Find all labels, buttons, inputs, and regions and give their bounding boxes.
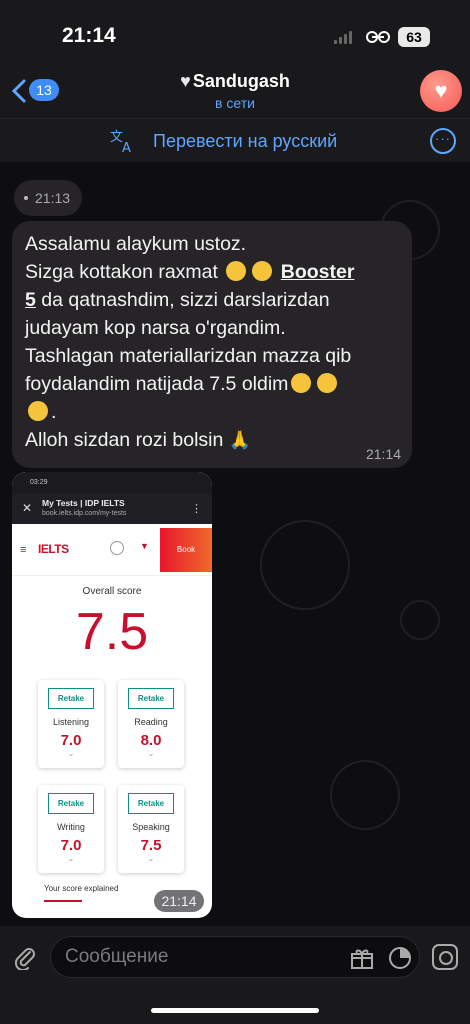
doodle-circle	[260, 520, 350, 610]
ielts-logo: IELTS	[38, 542, 69, 556]
heart-icon: ♥	[434, 78, 448, 103]
photo-book-button: Book	[160, 528, 212, 572]
booster-link-number[interactable]: 5	[25, 289, 36, 311]
chevron-down-icon: ⌄	[67, 854, 75, 863]
message-input[interactable]	[65, 945, 335, 969]
score-tile-reading: Retake Reading 8.0 ⌄	[118, 680, 184, 768]
score-value: 8.0	[140, 732, 162, 749]
photo-page-url: book.ielts.idp.com/my-tests	[42, 510, 127, 517]
photo-page-title: My Tests | IDP IELTS	[42, 498, 125, 508]
svg-text:A: A	[122, 141, 131, 155]
retake-label: Retake	[128, 688, 174, 709]
translate-bar[interactable]: 文A Перевести на русский ···	[0, 118, 470, 162]
camera-icon[interactable]	[432, 944, 458, 970]
booster-link[interactable]: Booster	[281, 261, 355, 283]
avatar[interactable]: ♥	[420, 70, 462, 112]
online-status: в сети	[215, 95, 255, 111]
link-icon	[366, 31, 390, 43]
more-icon: ⋮	[191, 503, 202, 515]
chat-title[interactable]: ♥ Sandugash в сети	[100, 70, 370, 111]
score-name: Reading	[134, 717, 168, 727]
score-name: Listening	[52, 717, 90, 727]
close-icon: ✕	[22, 501, 33, 515]
chevron-down-icon: ⌄	[147, 854, 155, 863]
translate-icon: 文A	[110, 130, 131, 155]
score-value: 7.0	[60, 837, 82, 854]
photo-status-bar: 03:29	[12, 472, 212, 494]
message-fragment: .	[51, 401, 57, 423]
chat-header: 13 ♥ Sandugash в сети ♥	[0, 70, 470, 118]
retake-label: Retake	[48, 688, 94, 709]
message-line: judayam kop narsa o'rgandim.	[25, 317, 286, 339]
photo-score-card: Overall score 7.5 Retake Listening 7.0 ⌄…	[26, 576, 198, 918]
message-fragment: Alloh sizdan rozi bolsin	[25, 429, 229, 451]
photo-site-nav: ≡ IELTS ▼ Book	[12, 524, 212, 576]
emoji-icon	[28, 401, 48, 421]
message-line: Assalamu alaykum ustoz.	[25, 233, 247, 255]
translate-label[interactable]: Перевести на русский	[153, 131, 337, 152]
clock: 21:14	[62, 24, 116, 47]
home-indicator	[151, 1008, 319, 1013]
message-line: Sizga kottakon raxmat Booster	[25, 258, 410, 286]
emoji-icon	[317, 373, 338, 393]
user-icon	[110, 541, 124, 555]
message-line: .	[25, 398, 410, 426]
message-field[interactable]	[50, 936, 420, 978]
tab-underline	[44, 900, 82, 902]
score-explained-label: Your score explained	[44, 884, 119, 893]
message-fragment: Sizga kottakon raxmat	[25, 261, 224, 283]
message-line: Alloh sizdan rozi bolsin 🙏	[25, 426, 410, 454]
photo-attachment[interactable]: 03:29 ✕ My Tests | IDP IELTS book.ielts.…	[12, 472, 212, 918]
unread-count-badge[interactable]: 13	[29, 79, 59, 101]
score-tile-speaking: Retake Speaking 7.5 ⌄	[118, 785, 184, 873]
score-tile-writing: Retake Writing 7.0 ⌄	[38, 785, 104, 873]
message-bubble[interactable]: Assalamu alaykum ustoz. Sizga kottakon r…	[12, 221, 412, 468]
photo-time: 21:14	[154, 890, 204, 912]
score-name: Writing	[57, 822, 85, 832]
message-text: Assalamu alaykum ustoz. Sizga kottakon r…	[25, 230, 410, 454]
paperclip-icon[interactable]	[12, 944, 38, 970]
emoji-icon	[24, 196, 28, 200]
message-line: foydalandim natijada 7.5 oldim	[25, 370, 410, 398]
message-line: 5 da qatnashdim, sizzi darslarizdan	[25, 286, 410, 314]
emoji-icon	[226, 261, 247, 281]
message-fragment: da qatnashdim, sizzi darslarizdan	[35, 289, 330, 311]
score-tile-listening: Retake Listening 7.0 ⌄	[38, 680, 104, 768]
battery-indicator: 63	[398, 27, 430, 47]
photo-browser-bar: ✕ My Tests | IDP IELTS book.ielts.idp.co…	[12, 494, 212, 524]
menu-icon: ≡	[20, 544, 27, 556]
score-value: 7.5	[140, 837, 162, 854]
chevron-down-icon: ▼	[140, 541, 149, 551]
status-bar: 21:14 63	[0, 0, 470, 70]
message-line: Tashlagan materiallarizdan mazza qib	[25, 345, 352, 367]
composer-bar	[0, 926, 470, 1024]
signal-icon	[334, 31, 354, 44]
heart-icon: ♥	[180, 71, 191, 91]
doodle-circle	[330, 760, 400, 830]
overall-score-value: 7.5	[75, 603, 149, 661]
contact-name: Sandugash	[192, 71, 290, 91]
retake-label: Retake	[128, 793, 174, 814]
more-icon[interactable]: ···	[430, 128, 456, 154]
message-time: 21:14	[365, 446, 401, 462]
message-fragment: foydalandim natijada 7.5 oldim	[25, 373, 289, 395]
doodle-circle	[400, 600, 440, 640]
pray-icon: 🙏	[228, 430, 252, 450]
sticker-icon[interactable]	[388, 946, 412, 970]
retake-label: Retake	[48, 793, 94, 814]
score-value: 7.0	[60, 732, 82, 749]
message-time: 21:13	[35, 190, 71, 206]
message-bubble[interactable]: 21:13	[14, 180, 82, 216]
gift-icon[interactable]	[350, 946, 374, 970]
emoji-icon	[252, 261, 273, 281]
overall-score-label: Overall score	[82, 586, 142, 597]
score-name: Speaking	[132, 822, 170, 832]
chevron-down-icon: ⌄	[147, 749, 155, 758]
chevron-down-icon: ⌄	[67, 749, 75, 758]
emoji-icon	[291, 373, 312, 393]
